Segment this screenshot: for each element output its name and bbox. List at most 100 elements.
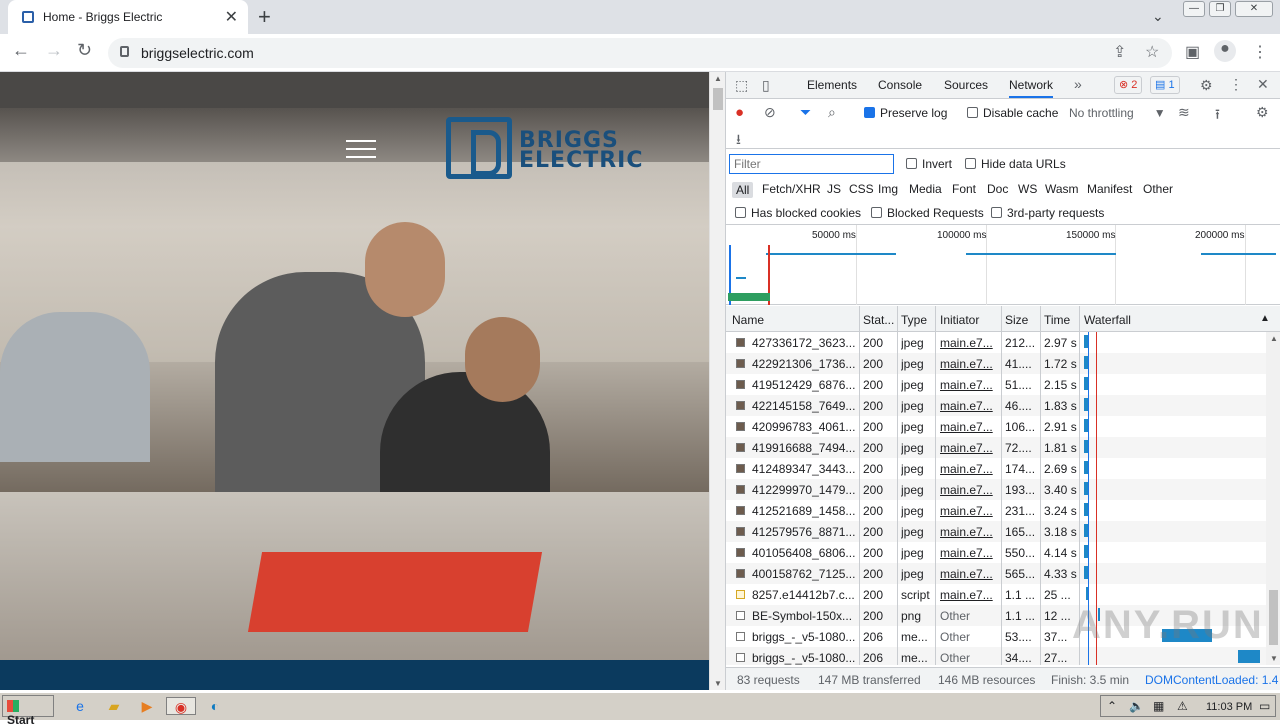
profile-avatar-icon[interactable]: ● bbox=[1214, 40, 1236, 62]
volume-icon[interactable]: 🔈 bbox=[1129, 699, 1144, 713]
table-row[interactable]: 401056408_6806... 200 jpeg main.e7... 550...… bbox=[726, 542, 1266, 563]
browser-tab[interactable]: Home - Briggs Electric ✕ bbox=[8, 0, 248, 34]
filter-funnel-icon[interactable]: ⏷ bbox=[800, 104, 811, 121]
request-initiator[interactable]: main.e7... bbox=[940, 567, 998, 581]
column-initiator[interactable]: Initiator bbox=[940, 313, 979, 327]
filter-type-font[interactable]: Font bbox=[952, 182, 976, 196]
file-explorer-icon[interactable]: ▰ bbox=[104, 697, 124, 715]
column-waterfall[interactable]: Waterfall bbox=[1084, 313, 1131, 327]
close-tab-icon[interactable]: ✕ bbox=[225, 7, 238, 27]
filter-type-img[interactable]: Img bbox=[878, 182, 898, 196]
filter-type-media[interactable]: Media bbox=[909, 182, 942, 196]
filter-type-other[interactable]: Other bbox=[1143, 182, 1173, 196]
menu-kebab-icon[interactable]: ⋮ bbox=[1252, 42, 1268, 62]
show-desktop-icon[interactable]: ▭ bbox=[1259, 699, 1270, 713]
column-name[interactable]: Name bbox=[732, 313, 764, 327]
scroll-up-icon[interactable]: ▲ bbox=[1270, 334, 1278, 343]
table-row[interactable]: 412579576_8871... 200 jpeg main.e7... 165...… bbox=[726, 521, 1266, 542]
table-row[interactable]: 419512429_6876... 200 jpeg main.e7... 51....… bbox=[726, 374, 1266, 395]
error-count-badge[interactable]: ⊗ 2 bbox=[1114, 76, 1143, 94]
side-panel-icon[interactable]: ▣ bbox=[1185, 42, 1200, 62]
has-blocked-cookies-checkbox[interactable]: Has blocked cookies bbox=[735, 206, 861, 220]
table-row[interactable]: 412521689_1458... 200 jpeg main.e7... 231...… bbox=[726, 500, 1266, 521]
table-row[interactable]: 412299970_1479... 200 jpeg main.e7... 193...… bbox=[726, 479, 1266, 500]
sort-ascending-icon[interactable]: ▲ bbox=[1260, 313, 1270, 324]
request-initiator[interactable]: main.e7... bbox=[940, 441, 998, 455]
close-devtools-icon[interactable]: ✕ bbox=[1257, 76, 1269, 93]
throttling-select[interactable]: No throttling ▼ bbox=[1069, 106, 1166, 120]
page-scrollbar[interactable]: ▲ ▼ bbox=[709, 72, 725, 690]
hide-data-urls-checkbox[interactable]: Hide data URLs bbox=[965, 157, 1066, 171]
back-icon[interactable]: ← bbox=[12, 40, 30, 61]
briggs-logo-mark[interactable] bbox=[446, 117, 512, 179]
settings-gear-icon[interactable]: ⚙ bbox=[1200, 77, 1213, 94]
start-button[interactable]: Start bbox=[2, 695, 54, 727]
request-initiator[interactable]: main.e7... bbox=[940, 525, 998, 539]
message-count-badge[interactable]: ▤ 1 bbox=[1150, 76, 1180, 94]
chrome-taskbar-icon[interactable]: ◉ bbox=[166, 697, 196, 715]
address-bar[interactable]: briggselectric.com bbox=[108, 38, 1172, 68]
inspect-element-icon[interactable]: ⬚ bbox=[735, 77, 748, 94]
device-toolbar-icon[interactable]: ▯ bbox=[762, 77, 770, 94]
request-initiator[interactable]: main.e7... bbox=[940, 462, 998, 476]
filter-type-js[interactable]: JS bbox=[827, 182, 841, 196]
bookmark-star-icon[interactable]: ☆ bbox=[1145, 42, 1159, 62]
invert-checkbox[interactable]: Invert bbox=[906, 157, 952, 171]
more-tabs-chevron-icon[interactable]: » bbox=[1074, 76, 1082, 92]
search-icon[interactable]: ⌕ bbox=[828, 104, 836, 121]
request-initiator[interactable]: main.e7... bbox=[940, 546, 998, 560]
table-row[interactable]: 400158762_7125... 200 jpeg main.e7... 565...… bbox=[726, 563, 1266, 584]
filter-type-all[interactable]: All bbox=[732, 182, 754, 198]
column-type[interactable]: Type bbox=[901, 313, 927, 327]
preserve-log-checkbox[interactable]: Preserve log bbox=[864, 106, 947, 120]
clear-icon[interactable]: ⊘ bbox=[764, 104, 776, 121]
page-scroll-thumb[interactable] bbox=[713, 88, 723, 110]
filter-type-doc[interactable]: Doc bbox=[987, 182, 1008, 196]
filter-type-css[interactable]: CSS bbox=[849, 182, 874, 196]
network-icon[interactable]: ▦ bbox=[1153, 699, 1164, 713]
tab-elements[interactable]: Elements bbox=[807, 78, 857, 92]
table-row[interactable]: 420996783_4061... 200 jpeg main.e7... 106...… bbox=[726, 416, 1266, 437]
column-time[interactable]: Time bbox=[1044, 313, 1070, 327]
filter-type-wasm[interactable]: Wasm bbox=[1045, 182, 1079, 196]
table-row[interactable]: 8257.e14412b7.c... 200 script main.e7... 1.1… bbox=[726, 584, 1266, 605]
hamburger-menu-icon[interactable] bbox=[346, 140, 376, 160]
record-icon[interactable]: ● bbox=[735, 104, 744, 121]
share-icon[interactable]: ⇪ bbox=[1113, 42, 1126, 62]
table-row[interactable]: 412489347_3443... 200 jpeg main.e7... 174...… bbox=[726, 458, 1266, 479]
tab-sources[interactable]: Sources bbox=[944, 78, 988, 92]
internet-explorer-icon[interactable]: e bbox=[70, 697, 90, 715]
request-initiator[interactable]: main.e7... bbox=[940, 357, 998, 371]
scroll-down-icon[interactable]: ▼ bbox=[1270, 654, 1278, 663]
network-overview-timeline[interactable]: 50000 ms 100000 ms 150000 ms 200000 ms bbox=[726, 225, 1280, 305]
table-row[interactable]: 427336172_3623... 200 jpeg main.e7... 212...… bbox=[726, 332, 1266, 353]
tab-search-icon[interactable]: ⌄ bbox=[1152, 8, 1164, 25]
tray-expand-icon[interactable]: ⌃ bbox=[1107, 699, 1117, 713]
filter-type-fetch-xhr[interactable]: Fetch/XHR bbox=[762, 182, 821, 196]
new-tab-button[interactable]: + bbox=[258, 4, 271, 30]
network-settings-icon[interactable]: ⚙ bbox=[1256, 104, 1269, 121]
filter-type-manifest[interactable]: Manifest bbox=[1087, 182, 1132, 196]
table-row[interactable]: 419916688_7494... 200 jpeg main.e7... 72....… bbox=[726, 437, 1266, 458]
logo-text-electric[interactable]: ELECTRIC bbox=[519, 148, 644, 173]
request-list-scrollbar[interactable]: ▲ ▼ bbox=[1266, 332, 1280, 665]
table-row[interactable]: 422921306_1736... 200 jpeg main.e7... 41....… bbox=[726, 353, 1266, 374]
forward-icon[interactable]: → bbox=[45, 40, 63, 61]
request-initiator[interactable]: main.e7... bbox=[940, 378, 998, 392]
network-conditions-icon[interactable]: ≋ bbox=[1178, 104, 1190, 121]
column-status[interactable]: Stat... bbox=[863, 313, 894, 327]
request-initiator[interactable]: main.e7... bbox=[940, 504, 998, 518]
blocked-requests-checkbox[interactable]: Blocked Requests bbox=[871, 206, 984, 220]
minimize-button[interactable]: — bbox=[1183, 1, 1205, 17]
table-row[interactable]: briggs_-_v5-1080... 206 me... Other 34.... 27… bbox=[726, 647, 1266, 665]
reload-icon[interactable]: ↻ bbox=[77, 40, 92, 61]
request-initiator[interactable]: main.e7... bbox=[940, 588, 998, 602]
close-window-button[interactable]: ✕ bbox=[1235, 1, 1273, 17]
request-list-scroll-thumb[interactable] bbox=[1269, 590, 1278, 645]
request-initiator[interactable]: main.e7... bbox=[940, 336, 998, 350]
security-icon[interactable]: ⚠ bbox=[1177, 699, 1188, 713]
filter-type-ws[interactable]: WS bbox=[1018, 182, 1037, 196]
edge-icon[interactable]: ◐ bbox=[205, 697, 225, 715]
third-party-checkbox[interactable]: 3rd-party requests bbox=[991, 206, 1104, 220]
request-initiator[interactable]: main.e7... bbox=[940, 420, 998, 434]
